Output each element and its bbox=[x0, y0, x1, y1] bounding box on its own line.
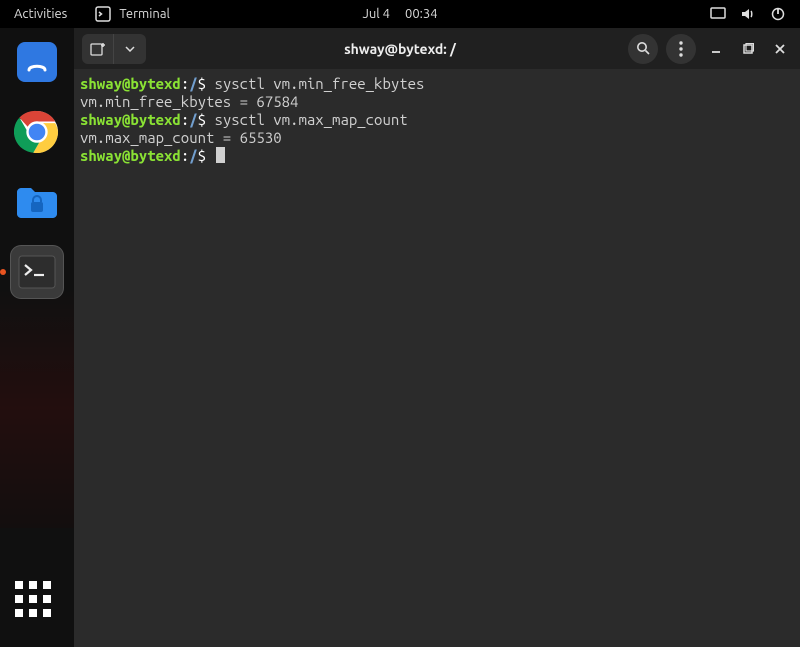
chevron-down-icon bbox=[125, 46, 135, 52]
active-app-indicator[interactable]: Terminal bbox=[95, 6, 170, 22]
terminal-line: vm.min_free_kbytes = 67584 bbox=[80, 93, 794, 111]
terminal-line: shway@bytexd:/$ sysctl vm.min_free_kbyte… bbox=[80, 75, 794, 93]
terminal-line: vm.max_map_count = 65530 bbox=[80, 129, 794, 147]
clock-time: 00:34 bbox=[405, 7, 438, 21]
terminal-cursor bbox=[216, 147, 225, 163]
terminal-line: shway@bytexd:/$ bbox=[80, 147, 794, 165]
terminal-body[interactable]: shway@bytexd:/$ sysctl vm.min_free_kbyte… bbox=[74, 69, 800, 647]
dock-item-chrome[interactable] bbox=[11, 106, 63, 158]
desktop: shway@bytexd: / shway@bytexd:/$ bbox=[0, 28, 800, 647]
new-tab-button[interactable] bbox=[82, 34, 114, 64]
close-icon bbox=[774, 43, 786, 55]
clock-date: Jul 4 bbox=[362, 7, 390, 21]
dock-item-terminal[interactable] bbox=[11, 246, 63, 298]
search-button[interactable] bbox=[628, 34, 658, 64]
kebab-menu-icon bbox=[679, 41, 683, 57]
clock[interactable]: Jul 4 00:34 bbox=[362, 7, 437, 21]
window-titlebar[interactable]: shway@bytexd: / bbox=[74, 28, 800, 69]
search-icon bbox=[636, 41, 651, 56]
terminal-icon bbox=[17, 254, 57, 290]
window-title: shway@bytexd: / bbox=[344, 41, 456, 57]
terminal-icon bbox=[95, 6, 111, 22]
power-icon[interactable] bbox=[770, 6, 786, 22]
terminal-window: shway@bytexd: / shway@bytexd:/$ bbox=[74, 28, 800, 647]
activities-button[interactable]: Activities bbox=[14, 7, 67, 21]
terminal-line: shway@bytexd:/$ sysctl vm.max_map_count bbox=[80, 111, 794, 129]
screen-icon[interactable] bbox=[710, 7, 726, 21]
minimize-button[interactable] bbox=[704, 37, 728, 61]
active-app-name: Terminal bbox=[119, 7, 170, 21]
minimize-icon bbox=[710, 43, 722, 55]
shopping-bag-icon bbox=[13, 38, 61, 86]
show-applications-button[interactable] bbox=[15, 581, 59, 625]
maximize-icon bbox=[742, 43, 754, 55]
dock-item-files[interactable] bbox=[11, 176, 63, 228]
files-icon bbox=[13, 180, 61, 224]
volume-icon[interactable] bbox=[740, 6, 756, 22]
top-panel: Activities Terminal Jul 4 00:34 bbox=[0, 0, 800, 28]
new-tab-icon bbox=[90, 41, 106, 57]
close-button[interactable] bbox=[768, 37, 792, 61]
dock bbox=[0, 28, 74, 647]
chrome-icon bbox=[14, 109, 60, 155]
maximize-button[interactable] bbox=[736, 37, 760, 61]
menu-button[interactable] bbox=[666, 34, 696, 64]
new-tab-menu-button[interactable] bbox=[114, 34, 146, 64]
dock-item-software-store[interactable] bbox=[11, 36, 63, 88]
